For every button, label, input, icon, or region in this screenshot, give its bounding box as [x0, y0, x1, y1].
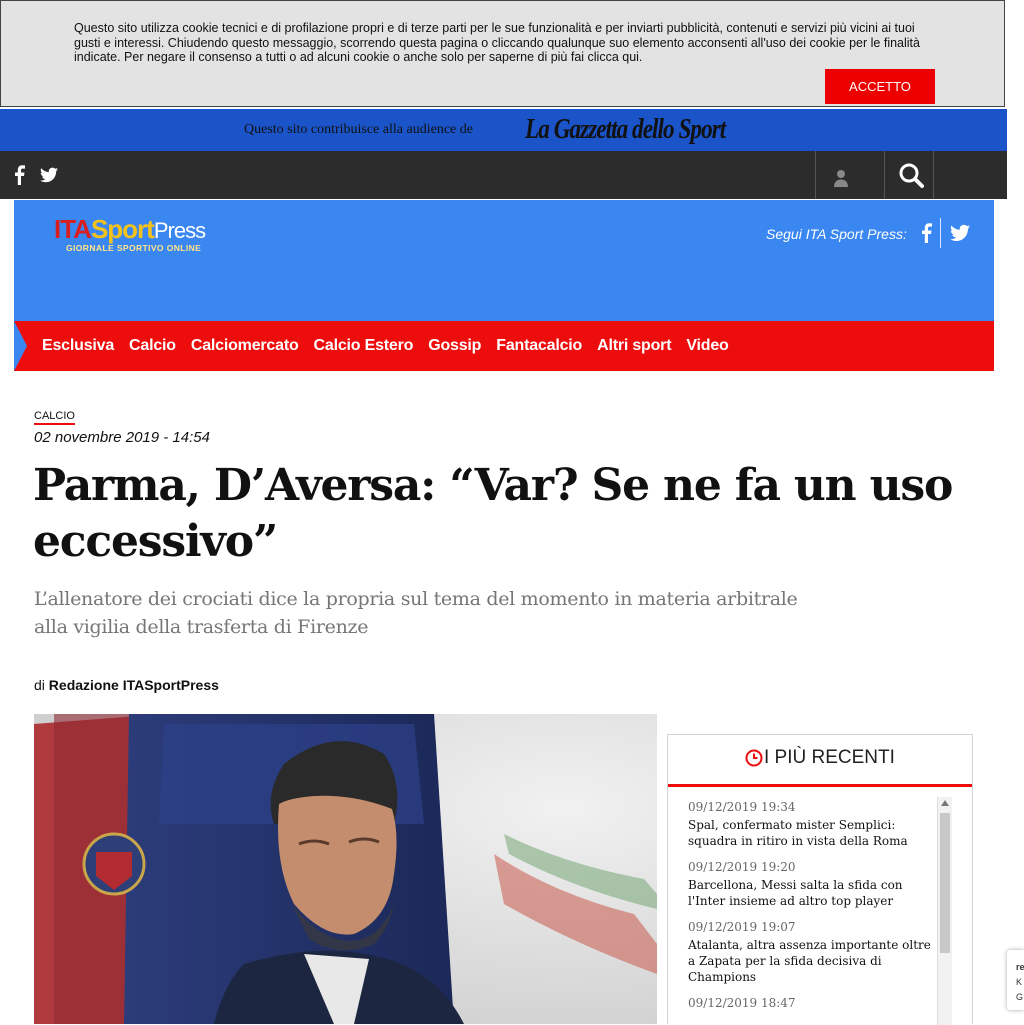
cookie-text: Questo sito utilizza cookie tecnici e di…: [74, 21, 920, 64]
separator: [940, 218, 941, 248]
search-icon[interactable]: [890, 159, 930, 191]
nav-item-calcio[interactable]: Calcio: [129, 337, 176, 355]
cookie-banner: Questo sito utilizza cookie tecnici e di…: [0, 0, 1005, 107]
item-headline[interactable]: Spal, confermato mister Semplici: squadr…: [688, 817, 933, 849]
list-item[interactable]: 09/12/2019 19:07 Atalanta, altra assenza…: [688, 919, 933, 985]
facebook-icon[interactable]: [919, 222, 933, 244]
separator: [815, 151, 816, 199]
nav-item-calcio-estero[interactable]: Calcio Estero: [314, 337, 414, 355]
logo-press: Press: [153, 218, 206, 243]
side-tab-line1: re: [1016, 962, 1024, 972]
nav-item-calciomercato[interactable]: Calciomercato: [191, 337, 299, 355]
recent-scrollbar[interactable]: [937, 797, 952, 1025]
nav-item-esclusiva[interactable]: Esclusiva: [42, 337, 114, 355]
recent-list: 09/12/2019 19:34 Spal, confermato mister…: [688, 799, 933, 1021]
item-time: 09/12/2019 19:34: [688, 800, 796, 814]
item-time: 09/12/2019 18:47: [688, 996, 796, 1010]
logo-tagline: GIORNALE SPORTIVO ONLINE: [66, 243, 202, 253]
recent-header: I PIÙ RECENTI: [668, 735, 972, 787]
article-subtitle: L’allenatore dei crociati dice la propri…: [34, 588, 798, 638]
article-date: 02 novembre 2019 - 14:54: [34, 429, 210, 446]
recent-title: I PIÙ RECENTI: [764, 747, 895, 768]
main-nav: Esclusiva Calcio Calciomercato Calcio Es…: [14, 321, 994, 371]
list-item[interactable]: 09/12/2019 18:47: [688, 995, 933, 1011]
item-headline[interactable]: Barcellona, Messi salta la sfida con l'I…: [688, 877, 933, 909]
accept-cookies-button[interactable]: ACCETTO: [825, 69, 935, 104]
article-photo: [34, 714, 657, 1024]
gazzetta-audience-strip: Questo sito contribuisce alla audience d…: [0, 109, 1007, 151]
facebook-icon[interactable]: [12, 165, 26, 185]
site-logo[interactable]: ITASportPress GIORNALE SPORTIVO ONLINE: [54, 214, 206, 264]
user-icon[interactable]: [832, 165, 850, 189]
nav-arrow-decoration: [14, 321, 27, 371]
follow-label: Segui ITA Sport Press:: [766, 226, 907, 242]
byline: di Redazione ITASportPress: [34, 677, 219, 693]
twitter-icon[interactable]: [950, 224, 970, 242]
scroll-up-arrow-icon[interactable]: [941, 800, 949, 806]
scrollbar-thumb[interactable]: [940, 813, 950, 953]
nav-item-gossip[interactable]: Gossip: [428, 337, 481, 355]
floating-side-tab[interactable]: re K G: [1007, 950, 1024, 1010]
category-link[interactable]: CALCIO: [34, 410, 75, 425]
separator: [884, 151, 885, 199]
item-time: 09/12/2019 19:07: [688, 920, 796, 934]
gazzetta-logo[interactable]: La Gazzetta dello Sport: [525, 113, 726, 146]
twitter-icon[interactable]: [40, 165, 58, 185]
nav-item-altri-sport[interactable]: Altri sport: [597, 337, 671, 355]
nav-item-fantacalcio[interactable]: Fantacalcio: [496, 337, 582, 355]
author-name[interactable]: Redazione ITASportPress: [49, 677, 219, 693]
audience-text: Questo sito contribuisce alla audience d…: [244, 122, 473, 137]
coach-photo-illustration: [34, 714, 657, 1024]
item-time: 09/12/2019 19:20: [688, 860, 796, 874]
article-title: Parma, D’Aversa: “Var? Se ne fa un uso e…: [33, 460, 953, 567]
social-top-bar: [0, 151, 1007, 199]
logo-sport: Sport: [90, 214, 155, 244]
logo-ita: ITA: [54, 214, 92, 244]
site-header: ITASportPress GIORNALE SPORTIVO ONLINE S…: [14, 200, 994, 321]
list-item[interactable]: 09/12/2019 19:34 Spal, confermato mister…: [688, 799, 933, 849]
separator: [933, 151, 934, 199]
byline-prefix: di: [34, 677, 45, 693]
nav-item-video[interactable]: Video: [686, 337, 728, 355]
list-item[interactable]: 09/12/2019 19:20 Barcellona, Messi salta…: [688, 859, 933, 909]
clock-icon: [745, 749, 763, 767]
recent-news-widget: I PIÙ RECENTI 09/12/2019 19:34 Spal, con…: [667, 734, 973, 1025]
item-headline[interactable]: Atalanta, altra assenza importante oltre…: [688, 937, 933, 985]
side-tab-line3: G: [1016, 992, 1024, 1002]
side-tab-line2: K: [1016, 977, 1023, 987]
